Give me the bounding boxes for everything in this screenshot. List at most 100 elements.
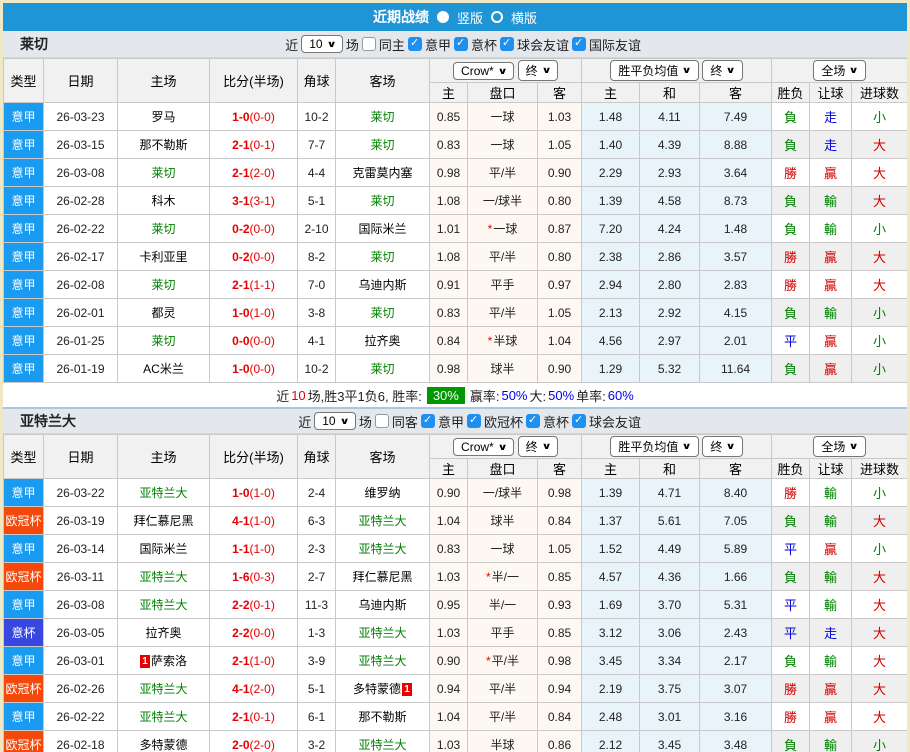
chevron-down-icon: ∨ — [497, 441, 508, 452]
eu-final-select[interactable]: 终 ∨ — [702, 60, 743, 81]
vertical-radio-label[interactable]: 竖版 — [457, 8, 483, 27]
league-checkbox[interactable] — [571, 413, 586, 428]
home-team-name[interactable]: 都灵 — [151, 306, 175, 320]
eu-away-odds: 3.64 — [698, 158, 773, 187]
result-goals: 小 — [851, 102, 907, 131]
home-team-name[interactable]: 亚特兰大 — [139, 682, 187, 696]
away-team-name[interactable]: 亚特兰大 — [358, 542, 406, 556]
handicap-text: 平/半 — [488, 682, 517, 696]
away-team-name[interactable]: 莱切 — [370, 362, 394, 376]
home-team-name[interactable]: 莱切 — [151, 166, 175, 180]
result-handicap: 輸 — [809, 646, 853, 675]
result-goals: 大 — [851, 242, 907, 271]
league-label: 球会友谊 — [516, 37, 569, 53]
ah-away-odds: 1.05 — [537, 130, 582, 159]
away-team-name[interactable]: 拉齐奥 — [364, 334, 400, 348]
home-team-name[interactable]: 亚特兰大 — [139, 710, 187, 724]
home-team-name[interactable]: 那不勒斯 — [139, 138, 187, 152]
away-team-name[interactable]: 国际米兰 — [358, 222, 406, 236]
eu-draw-odds: 4.49 — [639, 534, 700, 563]
away-team-name[interactable]: 多特蒙德 — [353, 682, 401, 696]
eu-away-odds: 2.43 — [698, 618, 773, 647]
star-icon: * — [485, 570, 491, 584]
home-team-name[interactable]: 亚特兰大 — [139, 570, 187, 584]
eu-final-select[interactable]: 终 ∨ — [702, 436, 743, 457]
horizontal-radio[interactable] — [491, 11, 503, 23]
away-team-name[interactable]: 亚特兰大 — [358, 654, 406, 668]
away-team-name[interactable]: 那不勒斯 — [358, 710, 406, 724]
match-date: 26-02-18 — [43, 730, 118, 752]
league-checkbox[interactable] — [525, 413, 540, 428]
result-winloss: 勝 — [771, 158, 811, 187]
match-count-select[interactable]: 10 ∨ — [301, 35, 343, 53]
ah-final-select[interactable]: 终 ∨ — [517, 60, 558, 81]
result-goals: 小 — [851, 534, 907, 563]
league-checkbox[interactable] — [571, 36, 586, 51]
eu-odds-select[interactable]: 胜平负均值 ∨ — [610, 60, 699, 81]
home-team-name[interactable]: 罗马 — [151, 110, 175, 124]
match-date: 26-03-05 — [43, 618, 118, 647]
odds-company-select[interactable]: Crow* ∨ — [453, 62, 515, 80]
home-team-name[interactable]: 拜仁慕尼黑 — [133, 514, 193, 528]
result-handicap: 贏 — [809, 354, 853, 383]
scope-select[interactable]: 全场 ∨ — [813, 60, 866, 81]
ah-handicap: 一球 — [467, 102, 538, 131]
chevron-down-icon: ∨ — [681, 441, 693, 451]
eu-draw-odds: 3.34 — [639, 646, 700, 675]
eu-away-odds: 8.88 — [698, 130, 773, 159]
ah-final-select[interactable]: 终 ∨ — [517, 436, 558, 457]
away-team-name[interactable]: 莱切 — [370, 306, 394, 320]
team-section: 亚特兰大 近 10∨ 场 同客 意甲欧冠杯意杯球会友谊 类型 日期 主场 — [3, 407, 907, 752]
team-name[interactable]: 亚特兰大 — [20, 411, 76, 431]
home-team-name[interactable]: 多特蒙德 — [139, 738, 187, 752]
away-team-name[interactable]: 亚特兰大 — [358, 514, 406, 528]
home-team-name[interactable]: 莱切 — [151, 278, 175, 292]
away-team-name[interactable]: 莱切 — [370, 110, 394, 124]
same-side-checkbox[interactable] — [361, 37, 376, 51]
result-goals: 大 — [851, 646, 907, 675]
home-team-name[interactable]: 国际米兰 — [139, 542, 187, 556]
home-team-name[interactable]: 拉齐奥 — [145, 626, 181, 640]
odds-company-select[interactable]: Crow* ∨ — [453, 438, 515, 456]
home-team-name[interactable]: 莱切 — [151, 334, 175, 348]
home-team-cell: 拜仁慕尼黑 — [117, 506, 210, 535]
horizontal-radio-label[interactable]: 横版 — [511, 8, 537, 27]
match-count-select[interactable]: 10 ∨ — [314, 412, 356, 430]
away-team-cell: 莱切 — [335, 102, 430, 131]
home-team-name[interactable]: 亚特兰大 — [139, 486, 187, 500]
away-team-name[interactable]: 乌迪内斯 — [358, 598, 406, 612]
home-team-name[interactable]: 莱切 — [151, 222, 175, 236]
home-team-name[interactable]: 萨索洛 — [151, 654, 187, 668]
scope-select[interactable]: 全场 ∨ — [813, 436, 866, 457]
league-checkbox[interactable] — [453, 36, 468, 51]
away-team-name[interactable]: 亚特兰大 — [358, 738, 406, 752]
home-team-name[interactable]: 卡利亚里 — [139, 250, 187, 264]
away-team-name[interactable]: 莱切 — [370, 138, 394, 152]
eu-odds-select[interactable]: 胜平负均值 ∨ — [610, 436, 699, 457]
team-name[interactable]: 莱切 — [20, 34, 48, 54]
match-date: 26-02-08 — [43, 270, 118, 299]
score-cell: 1-0(0-0) — [209, 102, 298, 131]
ah-away-odds: 0.94 — [537, 674, 582, 703]
home-team-name[interactable]: 科木 — [151, 194, 175, 208]
league-checkbox[interactable] — [499, 36, 514, 51]
league-checkbox[interactable] — [407, 36, 422, 51]
away-team-name[interactable]: 克雷莫内塞 — [352, 166, 412, 180]
away-team-name[interactable]: 莱切 — [370, 250, 394, 264]
filter-bar: 近 10∨ 场 同主 意甲 意杯 球会友谊 国际友谊 — [285, 35, 641, 54]
home-team-name[interactable]: 亚特兰大 — [139, 598, 187, 612]
away-team-name[interactable]: 拜仁慕尼黑 — [352, 570, 412, 584]
away-team-name[interactable]: 莱切 — [370, 194, 394, 208]
league-checkbox[interactable] — [466, 413, 481, 428]
away-team-name[interactable]: 维罗纳 — [364, 486, 400, 500]
handicap-text: 平/半 — [488, 166, 517, 180]
away-team-name[interactable]: 乌迪内斯 — [358, 278, 406, 292]
match-row: 意甲 26-03-08 亚特兰大 2-2(0-1) 11-3 乌迪内斯 0.95… — [3, 590, 907, 619]
home-team-name[interactable]: AC米兰 — [143, 362, 184, 376]
away-team-name[interactable]: 亚特兰大 — [358, 626, 406, 640]
result-winloss: 平 — [771, 590, 811, 619]
league-checkbox[interactable] — [420, 413, 435, 428]
ah-away-odds: 0.86 — [537, 730, 582, 752]
vertical-radio[interactable] — [436, 11, 449, 23]
same-side-checkbox[interactable] — [374, 414, 389, 428]
